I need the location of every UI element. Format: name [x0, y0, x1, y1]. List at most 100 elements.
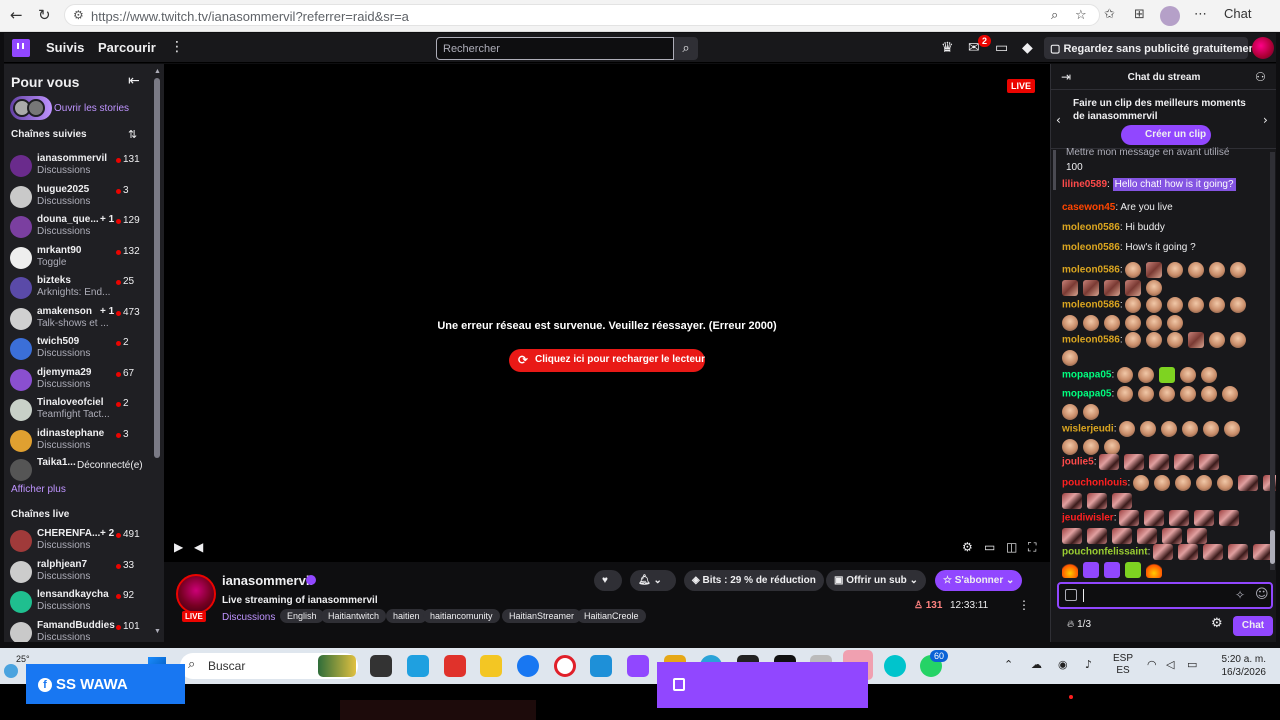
collapse-sidebar-icon[interactable]: ⇤: [128, 73, 140, 89]
subscribe-button[interactable]: ☆ S'abonner ⌄: [935, 570, 1023, 591]
channel-row[interactable]: hugue2025 Discussions 3: [4, 183, 154, 213]
emote-icon[interactable]: [1125, 297, 1142, 313]
stories-avatars[interactable]: [10, 96, 52, 120]
emote-icon[interactable]: [1174, 454, 1195, 470]
twitch-logo-icon[interactable]: [12, 39, 30, 57]
browse-link[interactable]: Parcourir: [98, 40, 156, 55]
task-view-icon[interactable]: [370, 655, 392, 677]
channel-row[interactable]: idinastephane Discussions 3: [4, 427, 154, 457]
chat-username[interactable]: moleon0586: [1062, 222, 1120, 233]
emote-icon[interactable]: [1162, 527, 1182, 544]
chat-username[interactable]: jeudiwisler: [1062, 513, 1114, 524]
facebook-icon[interactable]: [517, 655, 539, 677]
emote-icon[interactable]: [1146, 279, 1162, 296]
chat-username[interactable]: casewon45: [1062, 202, 1115, 213]
emote-icon[interactable]: [1138, 386, 1155, 402]
emote-icon[interactable]: [1203, 544, 1224, 560]
emote-icon[interactable]: [1117, 367, 1134, 383]
bits-button[interactable]: ◈ Bits : 29 % de réduction: [684, 570, 824, 591]
url-text[interactable]: https://www.twitch.tv/ianasommervil?refe…: [91, 9, 409, 24]
onedrive-icon[interactable]: ☁: [1031, 658, 1042, 671]
emote-icon[interactable]: [1230, 297, 1247, 313]
community-icon[interactable]: ⚇: [1255, 70, 1266, 84]
cheer-icon[interactable]: ✧: [1235, 588, 1245, 602]
cast-icon[interactable]: ▭: [984, 540, 995, 554]
settings-icon[interactable]: ⚙: [962, 540, 973, 554]
emote-icon[interactable]: [1083, 403, 1099, 420]
zoom-icon[interactable]: ⌕: [1051, 8, 1058, 23]
search-button[interactable]: ⌕: [674, 37, 698, 60]
emote-icon[interactable]: [1062, 349, 1078, 366]
emote-icon[interactable]: [1062, 314, 1078, 331]
channel-row[interactable]: amakenson + 1 Talk-shows et ... 473: [4, 305, 154, 335]
emote-icon[interactable]: [1083, 438, 1099, 455]
battery-icon[interactable]: ▭: [1187, 658, 1197, 671]
search-input[interactable]: Rechercher: [436, 37, 674, 60]
emote-icon[interactable]: [1087, 527, 1107, 544]
emote-icon[interactable]: [1099, 454, 1120, 470]
emote-icon[interactable]: [1180, 386, 1197, 402]
emote-icon[interactable]: [1219, 510, 1240, 526]
chevron-right-icon[interactable]: ›: [1263, 113, 1268, 127]
channel-row[interactable]: Tinaloveofciel Teamfight Tact... 2: [4, 396, 154, 426]
emote-icon[interactable]: [1159, 367, 1176, 383]
store-icon[interactable]: [590, 655, 612, 677]
emote-icon[interactable]: [1188, 332, 1205, 348]
emote-icon[interactable]: [1167, 297, 1184, 313]
site-info-icon[interactable]: ⚙: [73, 8, 84, 22]
emote-icon[interactable]: [1167, 262, 1184, 278]
emote-icon[interactable]: [1112, 527, 1132, 544]
chat-username[interactable]: pouchonfelissaint: [1062, 547, 1148, 558]
chat-input[interactable]: ✧ ☺: [1057, 582, 1273, 609]
follow-button[interactable]: ♥: [594, 570, 622, 591]
wps-office-icon[interactable]: [444, 655, 466, 677]
emote-icon[interactable]: [1125, 279, 1141, 296]
emote-icon[interactable]: [1144, 510, 1165, 526]
chat-username[interactable]: mopapa05: [1062, 389, 1111, 400]
tag-chip[interactable]: haitiancomunity: [423, 609, 500, 623]
emote-icon[interactable]: [1125, 332, 1142, 348]
scroll-up-arrow[interactable]: ▲: [154, 68, 161, 75]
emote-icon[interactable]: [1230, 332, 1247, 348]
emote-icon[interactable]: [1161, 421, 1178, 437]
volume-icon[interactable]: ◀: [194, 540, 203, 554]
channel-row[interactable]: ralphjean7 Discussions 33: [4, 558, 154, 588]
emote-icon[interactable]: [1196, 475, 1213, 491]
theatre-mode-icon[interactable]: ◫: [1006, 540, 1017, 554]
chrome-icon[interactable]: [480, 655, 502, 677]
favorite-star-icon[interactable]: ☆: [1075, 8, 1087, 23]
tag-chip[interactable]: HaitianCreole: [577, 609, 646, 623]
emote-icon[interactable]: [1146, 297, 1163, 313]
video-player[interactable]: LIVE Une erreur réseau est survenue. Veu…: [164, 64, 1050, 562]
emote-icon[interactable]: [1188, 297, 1205, 313]
emote-icon[interactable]: [1154, 475, 1171, 491]
following-link[interactable]: Suivis: [46, 40, 84, 55]
emote-icon[interactable]: [1125, 561, 1141, 578]
channel-points[interactable]: 🔥︎ 1/3: [1067, 619, 1091, 630]
channel-row[interactable]: ianasommervil Discussions 131: [4, 152, 154, 182]
emote-icon[interactable]: [1146, 314, 1162, 331]
channel-row[interactable]: bizteks Arknights: End... 25: [4, 274, 154, 304]
emote-icon[interactable]: [1187, 527, 1207, 544]
wifi-icon[interactable]: ◠: [1147, 658, 1157, 671]
chat-username[interactable]: pouchonlouis: [1062, 478, 1128, 489]
emote-icon[interactable]: [1194, 510, 1215, 526]
copilot-chat-button[interactable]: Chat: [1224, 6, 1251, 21]
channel-row[interactable]: djemyma29 Discussions 67: [4, 366, 154, 396]
emote-icon[interactable]: [1146, 262, 1163, 278]
tag-chip[interactable]: HaitianStreamer: [502, 609, 582, 623]
emote-icon[interactable]: [1209, 262, 1226, 278]
sidebar-scrollbar[interactable]: [154, 78, 160, 458]
emote-icon[interactable]: [1104, 438, 1120, 455]
chat-settings-icon[interactable]: ⚙: [1211, 616, 1223, 631]
emote-icon[interactable]: [1203, 421, 1220, 437]
emote-icon[interactable]: [1224, 421, 1241, 437]
emote-icon[interactable]: [1188, 262, 1205, 278]
emote-icon[interactable]: [1230, 262, 1247, 278]
emote-icon[interactable]: [1167, 332, 1184, 348]
emote-icon[interactable]: [1140, 421, 1157, 437]
address-bar[interactable]: ⚙ https://www.twitch.tv/ianasommervil?re…: [64, 4, 1100, 26]
emote-icon[interactable]: [1117, 386, 1134, 402]
emote-icon[interactable]: [1062, 492, 1082, 509]
emote-icon[interactable]: [1146, 332, 1163, 348]
